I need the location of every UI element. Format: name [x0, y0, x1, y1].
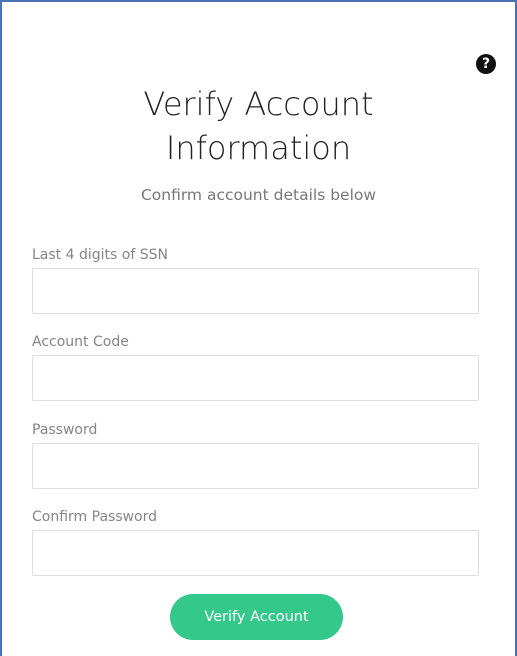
- page-title: Verify Account Information: [2, 82, 515, 170]
- account-code-label: Account Code: [32, 334, 129, 350]
- page-title-line-1: Verify Account: [143, 85, 374, 123]
- ssn-label: Last 4 digits of SSN: [32, 247, 168, 263]
- question-mark-glyph: ?: [481, 56, 491, 72]
- confirm-password-label: Confirm Password: [32, 509, 158, 525]
- password-input[interactable]: [32, 443, 479, 489]
- verify-account-panel: ? Verify Account Information Confirm acc…: [0, 0, 517, 656]
- verify-account-button[interactable]: Verify Account: [170, 594, 343, 640]
- page-subtitle: Confirm account details below: [140, 186, 377, 204]
- password-label: Password: [32, 422, 98, 438]
- page-title-line-2: Information: [165, 129, 352, 167]
- confirm-password-input[interactable]: [32, 530, 479, 576]
- ssn-last4-input[interactable]: [32, 268, 479, 314]
- help-icon[interactable]: ?: [476, 54, 496, 74]
- account-code-input[interactable]: [32, 355, 479, 401]
